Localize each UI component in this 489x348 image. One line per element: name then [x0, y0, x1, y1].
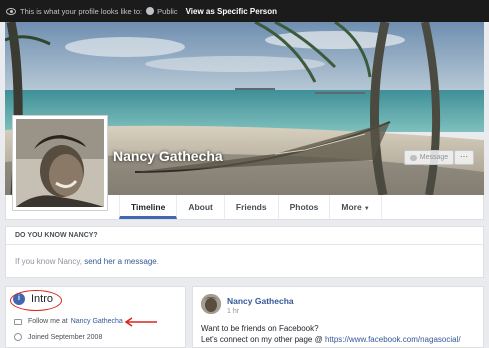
- joined-text: Joined September 2008: [28, 333, 103, 341]
- annotation-circle: [10, 290, 62, 311]
- messenger-icon: [409, 154, 417, 161]
- eye-icon: [6, 7, 16, 15]
- message-button[interactable]: Message: [404, 150, 454, 165]
- intro-card: i Intro Follow me at Nancy Gathecha Join…: [5, 286, 186, 348]
- profile-picture[interactable]: [12, 115, 108, 211]
- do-you-know-heading: DO YOU KNOW NANCY?: [6, 227, 483, 245]
- tab-timeline[interactable]: Timeline: [119, 195, 178, 219]
- globe-icon: [146, 7, 155, 15]
- post-line-2-prefix: Let's connect on my other page @: [201, 335, 323, 344]
- audience-label[interactable]: Public: [157, 7, 177, 16]
- post-body: Want to be friends on Facebook? Let's co…: [201, 323, 461, 345]
- tab-list: Timeline About Friends Photos More ▼: [119, 195, 382, 219]
- know-text-before: If you know Nancy,: [15, 257, 82, 266]
- caret-down-icon: ▼: [363, 206, 370, 212]
- post-card: Nancy Gathecha 1 hr Want to be friends o…: [192, 286, 484, 348]
- tab-friends[interactable]: Friends: [225, 195, 279, 219]
- know-text-after: .: [156, 257, 159, 266]
- clock-icon: [14, 333, 22, 341]
- view-as-message: This is what your profile looks like to:: [20, 6, 143, 16]
- tab-more[interactable]: More ▼: [330, 195, 382, 219]
- joined-row: Joined September 2008: [14, 333, 102, 341]
- briefcase-icon: [14, 318, 22, 325]
- message-button-label: Message: [419, 154, 449, 161]
- more-options-button[interactable]: ···: [454, 150, 474, 165]
- post-timestamp[interactable]: 1 hr: [227, 308, 239, 315]
- follow-row: Follow me at Nancy Gathecha: [14, 318, 123, 325]
- view-as-bar: This is what your profile looks like to:…: [0, 0, 489, 22]
- follow-link[interactable]: Nancy Gathecha: [71, 318, 123, 325]
- post-author-name[interactable]: Nancy Gathecha: [227, 296, 294, 306]
- follow-prefix: Follow me at: [28, 318, 68, 325]
- do-you-know-text: If you know Nancy, send her a message.: [6, 245, 483, 266]
- tab-photos[interactable]: Photos: [279, 195, 331, 219]
- send-message-link[interactable]: send her a message: [84, 257, 157, 266]
- do-you-know-card: DO YOU KNOW NANCY? If you know Nancy, se…: [5, 226, 484, 278]
- profile-name[interactable]: Nancy Gathecha: [113, 148, 223, 164]
- tab-about[interactable]: About: [177, 195, 225, 219]
- annotation-arrow-icon: [124, 317, 157, 327]
- post-line-1: Want to be friends on Facebook?: [201, 324, 319, 333]
- post-link[interactable]: https://www.facebook.com/nagasocial/: [325, 335, 461, 344]
- post-author-avatar[interactable]: [201, 294, 221, 314]
- tab-more-label: More: [341, 202, 362, 212]
- view-as-specific-person-button[interactable]: View as Specific Person: [186, 7, 277, 16]
- post-line-2: Let's connect on my other page @ https:/…: [201, 334, 461, 345]
